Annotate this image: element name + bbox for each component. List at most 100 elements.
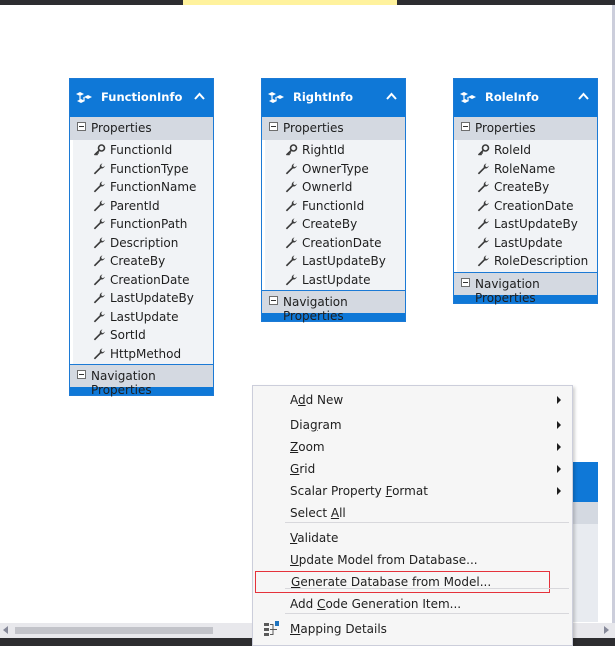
property-row[interactable]: OwnerId <box>265 178 405 197</box>
menu-item-mapping-details[interactable]: Mapping Details <box>254 618 571 640</box>
property-row[interactable]: LastUpdateBy <box>457 215 597 234</box>
property-row[interactable]: RightId <box>265 141 405 160</box>
property-row[interactable]: CreateBy <box>265 215 405 234</box>
wrench-icon <box>285 163 298 175</box>
property-row[interactable]: FunctionName <box>73 178 213 197</box>
menu-item-diagram[interactable]: Diagram <box>254 414 571 436</box>
menu-item-scalar-property-format[interactable]: Scalar Property Format <box>254 480 571 502</box>
wrench-icon <box>477 200 490 212</box>
property-name: CreateBy <box>494 180 550 194</box>
property-row[interactable]: FunctionType <box>73 160 213 179</box>
chevron-up-icon[interactable] <box>386 91 397 102</box>
property-row[interactable]: FunctionPath <box>73 215 213 234</box>
menu-item-select-all[interactable]: Select All <box>254 502 571 524</box>
wrench-icon <box>93 200 106 212</box>
menu-item-generate-database-from-model[interactable]: Generate Database from Model... <box>255 571 550 593</box>
menu-item-add-new[interactable]: Add New <box>254 389 571 411</box>
active-document-tab[interactable] <box>183 0 397 5</box>
access-key: M <box>290 622 301 636</box>
wrench-icon <box>93 329 106 341</box>
property-row[interactable]: OwnerType <box>265 160 405 179</box>
wrench-icon <box>477 163 490 175</box>
label-text: ll <box>339 506 346 520</box>
navigation-section-header[interactable]: Navigation Properties <box>262 290 405 323</box>
properties-list: RightId OwnerType OwnerId FunctionId CreateB… <box>265 140 405 290</box>
entity-roleinfo[interactable]: RoleInfo Properties RoleId RoleName CreateBy… <box>453 78 598 305</box>
entity-header[interactable]: RightInfo <box>262 79 405 117</box>
entity-title: RoleInfo <box>485 90 539 104</box>
property-name: LastUpdate <box>302 272 371 287</box>
menu-item-label: Select All <box>290 506 346 520</box>
entity-header[interactable]: FunctionInfo <box>70 79 213 117</box>
menu-item-label: Scalar Property Format <box>290 484 428 498</box>
navigation-section-header[interactable]: Navigation Properties <box>70 364 213 397</box>
partially-hidden-entity-header[interactable] <box>570 462 598 502</box>
label-text: rid <box>299 462 316 476</box>
menu-separator <box>285 588 569 589</box>
context-menu[interactable]: Add New Diagram Zoom Grid Scalar Property Fo… <box>252 385 573 646</box>
property-row[interactable]: HttpMethod <box>73 345 213 364</box>
property-row[interactable]: Description <box>73 234 213 253</box>
property-row[interactable]: LastUpdate <box>457 234 597 253</box>
collapse-minus-icon[interactable] <box>461 277 470 287</box>
label-text: ormat <box>392 484 428 498</box>
property-name: FunctionName <box>110 180 197 194</box>
partially-hidden-entity-body <box>570 502 598 622</box>
properties-section-header[interactable]: Properties <box>262 117 405 140</box>
scroll-right-arrow-icon[interactable] <box>604 626 609 634</box>
property-row[interactable]: LastUpdateBy <box>265 252 405 271</box>
label-text: Select <box>290 506 331 520</box>
scroll-left-arrow-icon[interactable] <box>3 626 8 634</box>
property-row[interactable]: CreationDate <box>73 271 213 290</box>
property-row[interactable]: RoleId <box>457 141 597 160</box>
entity-functioninfo[interactable]: FunctionInfo Properties FunctionId Function… <box>69 78 214 397</box>
property-name: SortId <box>110 328 146 342</box>
collapse-minus-icon[interactable] <box>269 122 278 131</box>
collapse-minus-icon[interactable] <box>77 370 86 379</box>
property-row[interactable]: RoleDescription <box>457 252 597 271</box>
navigation-section-header[interactable]: Navigation Properties <box>454 271 597 305</box>
menu-item-update-model-from-database[interactable]: Update Model from Database... <box>254 549 571 571</box>
property-name: LastUpdate <box>494 235 563 250</box>
entity-type-icon <box>460 90 476 106</box>
property-row[interactable]: CreateBy <box>73 252 213 271</box>
property-name: CreationDate <box>302 235 382 250</box>
property-row[interactable]: LastUpdate <box>265 271 405 290</box>
wrench-icon <box>93 274 106 286</box>
access-key: G <box>290 462 300 476</box>
property-row[interactable]: FunctionId <box>265 197 405 216</box>
property-row[interactable]: FunctionId <box>73 141 213 160</box>
menu-item-grid[interactable]: Grid <box>254 458 571 480</box>
properties-list: RoleId RoleName CreateBy CreationDate LastUp… <box>457 140 597 272</box>
property-row[interactable]: CreationDate <box>265 234 405 253</box>
scrollbar-thumb[interactable] <box>15 627 213 634</box>
label-text: alidate <box>297 531 339 545</box>
wrench-icon <box>285 218 298 230</box>
property-row[interactable]: CreateBy <box>457 178 597 197</box>
submenu-arrow-icon <box>557 443 561 451</box>
properties-section-header[interactable]: Properties <box>454 117 597 140</box>
property-row[interactable]: RoleName <box>457 160 597 179</box>
property-row[interactable]: SortId <box>73 326 213 345</box>
chevron-up-icon[interactable] <box>194 91 205 102</box>
label-text: d New <box>305 393 344 407</box>
property-row[interactable]: LastUpdate <box>73 308 213 327</box>
properties-section-header[interactable]: Properties <box>70 117 213 140</box>
collapse-minus-icon[interactable] <box>269 296 278 305</box>
property-row[interactable]: CreationDate <box>457 197 597 216</box>
menu-item-zoom[interactable]: Zoom <box>254 436 571 458</box>
chevron-up-icon[interactable] <box>578 91 589 102</box>
entity-rightinfo[interactable]: RightInfo Properties RightId OwnerType Owner… <box>261 78 406 323</box>
menu-item-add-code-generation-item[interactable]: Add Code Generation Item... <box>254 593 571 615</box>
property-name: FunctionPath <box>110 217 188 231</box>
entity-header[interactable]: RoleInfo <box>454 79 597 117</box>
wrench-icon <box>93 218 106 230</box>
property-row[interactable]: LastUpdateBy <box>73 289 213 308</box>
label-text: apping Details <box>300 622 387 636</box>
collapse-minus-icon[interactable] <box>461 122 470 131</box>
menu-item-label: Diagram <box>290 418 342 432</box>
label-text: Add <box>290 597 318 611</box>
property-row[interactable]: ParentId <box>73 197 213 216</box>
collapse-minus-icon[interactable] <box>77 122 86 131</box>
menu-item-validate[interactable]: Validate <box>254 527 571 549</box>
